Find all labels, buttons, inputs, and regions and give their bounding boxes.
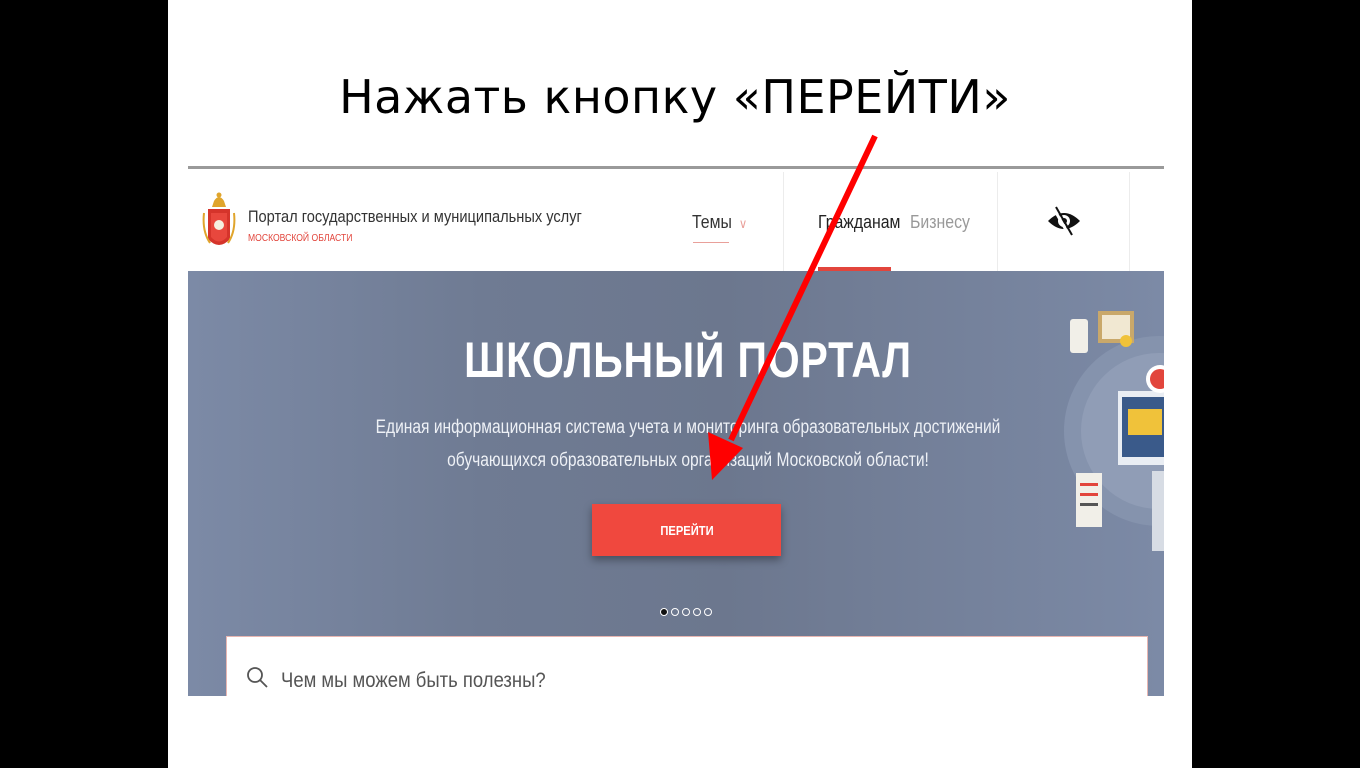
- banner-subtitle-line: обучающихся образовательных организаций …: [447, 450, 929, 471]
- carousel-dots: [660, 608, 715, 618]
- search-box[interactable]: Чем мы можем быть полезны?: [226, 636, 1148, 696]
- slide-instruction-title: Нажать кнопку «ПЕРЕЙТИ»: [339, 70, 1011, 124]
- hero-banner: ШКОЛЬНЫЙ ПОРТАЛ Единая информационная си…: [188, 271, 1164, 696]
- header-divider: [997, 172, 998, 271]
- moscow-region-emblem-icon[interactable]: [202, 187, 236, 257]
- search-icon: [247, 667, 268, 688]
- banner-title: ШКОЛЬНЫЙ ПОРТАЛ: [464, 332, 912, 388]
- chevron-down-icon: ∨: [738, 216, 748, 231]
- nav-themes-underline: [693, 242, 729, 243]
- go-button-label: ПЕРЕЙТИ: [659, 522, 714, 538]
- carousel-dot[interactable]: [682, 608, 690, 616]
- nav-business-tab[interactable]: Бизнесу: [910, 212, 970, 233]
- nav-themes-label: Темы: [692, 212, 732, 232]
- nav-themes-dropdown[interactable]: Темы ∨: [692, 212, 747, 233]
- site-header: Портал государственных и муниципальных у…: [188, 169, 1164, 272]
- portal-region: Московской области: [248, 233, 353, 244]
- website-screenshot: Портал государственных и муниципальных у…: [188, 166, 1164, 696]
- go-button[interactable]: ПЕРЕЙТИ: [592, 504, 781, 556]
- carousel-dot[interactable]: [704, 608, 712, 616]
- header-divider: [783, 172, 784, 271]
- portal-name[interactable]: Портал государственных и муниципальных у…: [248, 207, 582, 227]
- school-illustration-icon: [1064, 311, 1164, 551]
- banner-subtitle: Единая информационная система учета и мо…: [278, 411, 1098, 477]
- nav-citizens-tab[interactable]: Гражданам: [818, 212, 900, 233]
- header-divider: [1129, 172, 1130, 271]
- banner-subtitle-line: Единая информационная система учета и мо…: [375, 417, 1001, 438]
- eye-icon[interactable]: [1046, 201, 1082, 241]
- search-input[interactable]: Чем мы можем быть полезны?: [281, 669, 546, 693]
- carousel-dot[interactable]: [693, 608, 701, 616]
- carousel-dot[interactable]: [660, 608, 668, 616]
- presentation-slide: Нажать кнопку «ПЕРЕЙТИ» Портал государст…: [168, 0, 1192, 768]
- carousel-dot[interactable]: [671, 608, 679, 616]
